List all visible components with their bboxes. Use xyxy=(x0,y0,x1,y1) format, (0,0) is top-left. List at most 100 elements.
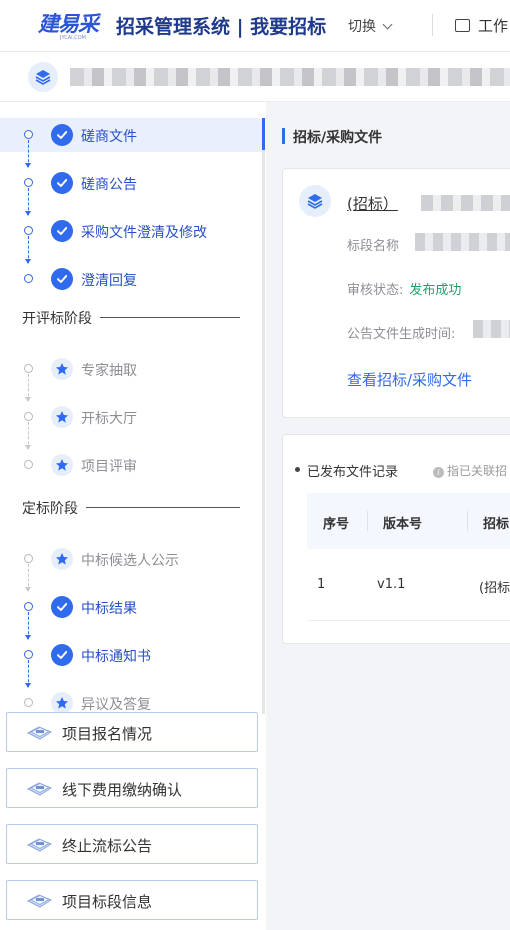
redacted-text xyxy=(421,195,510,211)
sidebar-action-button[interactable]: 项目标段信息 xyxy=(6,880,258,920)
records-hint: i 指已关联招 xyxy=(433,462,507,479)
document-stack-icon xyxy=(26,726,53,740)
check-circle-icon xyxy=(51,268,73,290)
check-circle-icon xyxy=(51,220,73,242)
layers-icon xyxy=(299,185,331,217)
document-card: (招标） 标段名称 审核状态: 发布成功 公告文件生成时间: 查看招标/采购文件 xyxy=(282,168,510,418)
timeline-node xyxy=(24,602,33,611)
sidebar-step[interactable]: 专家抽取 xyxy=(0,352,262,402)
logo-text: 建易采 xyxy=(38,12,99,36)
review-status-value: 发布成功 xyxy=(409,283,462,298)
header-divider xyxy=(432,14,433,36)
chart-icon xyxy=(455,19,470,32)
layers-icon xyxy=(28,62,58,92)
check-circle-icon xyxy=(51,172,73,194)
sidebar-step[interactable]: 开标大厅 xyxy=(0,400,262,450)
sidebar-action-button[interactable]: 线下费用缴纳确认 xyxy=(6,768,258,808)
divider xyxy=(86,507,240,508)
sidebar-step-label: 澄清回复 xyxy=(81,273,137,289)
project-name xyxy=(70,68,510,86)
timeline-node xyxy=(24,460,33,469)
star-icon xyxy=(51,406,73,428)
star-icon xyxy=(51,548,73,570)
review-status-label: 审核状态: xyxy=(347,283,404,298)
star-icon xyxy=(51,454,73,476)
cell-version: v1.1 xyxy=(377,577,406,592)
redacted-text xyxy=(415,233,510,251)
logo[interactable]: 建易采 JYCAI.COM xyxy=(38,8,100,42)
redacted-text xyxy=(473,320,510,338)
system-title: 招采管理系统 | 我要招标 xyxy=(116,16,327,38)
sidebar-step-label: 中标通知书 xyxy=(81,649,151,665)
workbench-label: 工作 xyxy=(478,17,509,35)
phase-eval-title: 开评标阶段 xyxy=(22,311,92,327)
app-header: 建易采 JYCAI.COM 招采管理系统 | 我要招标 切换 工作 xyxy=(0,0,510,52)
sidebar-action-label: 线下费用缴纳确认 xyxy=(62,781,183,799)
sidebar-step[interactable]: 采购文件澄清及修改 xyxy=(0,214,262,264)
view-document-link[interactable]: 查看招标/采购文件 xyxy=(347,369,472,390)
chevron-down-icon xyxy=(382,19,393,30)
check-circle-icon xyxy=(51,124,73,146)
column-header: 招标 xyxy=(483,517,510,532)
timeline-node xyxy=(24,274,33,283)
review-status-field: 审核状态: 发布成功 xyxy=(347,279,461,298)
check-circle-icon xyxy=(51,644,73,666)
sidebar-step-label: 磋商公告 xyxy=(81,177,137,193)
project-bar xyxy=(0,52,510,102)
workbench-button[interactable]: 工作 xyxy=(455,15,508,36)
generation-time-label: 公告文件生成时间: xyxy=(347,327,456,342)
scrollbar-thumb[interactable] xyxy=(262,118,265,150)
sidebar-step-label: 异议及答复 xyxy=(81,697,151,713)
info-icon: i xyxy=(433,467,444,478)
document-stack-icon xyxy=(26,894,53,908)
sidebar-action-label: 终止流标公告 xyxy=(62,837,153,855)
sidebar-step-label: 专家抽取 xyxy=(81,363,137,379)
timeline-node xyxy=(24,554,33,563)
section-title: 招标/采购文件 xyxy=(282,127,382,147)
sidebar-step[interactable]: 项目评审 xyxy=(0,448,262,482)
sidebar-step-label: 磋商文件 xyxy=(81,129,137,145)
document-title[interactable]: (招标） xyxy=(347,193,398,214)
sidebar-action-label: 项目报名情况 xyxy=(62,725,153,743)
section-name-label: 标段名称 xyxy=(347,239,400,254)
table-row[interactable]: 1 v1.1 (招标 xyxy=(307,549,510,621)
scrollbar[interactable] xyxy=(262,118,265,714)
switch-label: 切换 xyxy=(348,19,376,35)
divider xyxy=(100,317,240,318)
sidebar-step[interactable]: 中标结果 xyxy=(0,590,262,640)
timeline-node xyxy=(24,226,33,235)
published-records-card: 已发布文件记录 i 指已关联招 序号 版本号 招标 1 v1.1 (招标 xyxy=(282,434,510,644)
sidebar-action-button[interactable]: 项目报名情况 xyxy=(6,712,258,752)
phase-award-title: 定标阶段 xyxy=(22,501,78,517)
timeline-node xyxy=(24,412,33,421)
star-icon xyxy=(51,692,73,714)
sidebar-step[interactable]: 磋商公告 xyxy=(0,166,262,216)
check-circle-icon xyxy=(51,596,73,618)
column-separator xyxy=(467,511,468,531)
sidebar-step-label: 中标结果 xyxy=(81,601,137,617)
star-icon xyxy=(51,358,73,380)
column-header: 版本号 xyxy=(383,517,423,532)
sidebar-step[interactable]: 中标通知书 xyxy=(0,638,262,688)
sidebar-action-button[interactable]: 终止流标公告 xyxy=(6,824,258,864)
document-stack-icon xyxy=(26,838,53,852)
table-header: 序号 版本号 招标 xyxy=(307,493,510,549)
sidebar-action-label: 项目标段信息 xyxy=(62,893,153,911)
sidebar-step[interactable]: 磋商文件 xyxy=(0,118,262,168)
records-title: 已发布文件记录 xyxy=(294,461,398,480)
timeline-node xyxy=(24,650,33,659)
sidebar-step[interactable]: 中标候选人公示 xyxy=(0,542,262,592)
sidebar-step[interactable]: 澄清回复 xyxy=(0,262,262,296)
timeline-node xyxy=(24,698,33,707)
cell-index: 1 xyxy=(317,577,326,592)
timeline-node xyxy=(24,130,33,139)
sidebar-step-label: 项目评审 xyxy=(81,459,137,475)
timeline-node xyxy=(24,364,33,373)
sidebar-step-label: 开标大厅 xyxy=(81,411,137,427)
logo-subtext: JYCAI.COM xyxy=(60,35,86,41)
main-content: 招标/采购文件 (招标） 标段名称 审核状态: 发布成功 公告文件生成时间: 查看… xyxy=(266,102,510,930)
document-stack-icon xyxy=(26,782,53,796)
cell-name: (招标 xyxy=(479,581,510,596)
switch-dropdown[interactable]: 切换 xyxy=(348,16,393,36)
column-header: 序号 xyxy=(323,517,350,532)
